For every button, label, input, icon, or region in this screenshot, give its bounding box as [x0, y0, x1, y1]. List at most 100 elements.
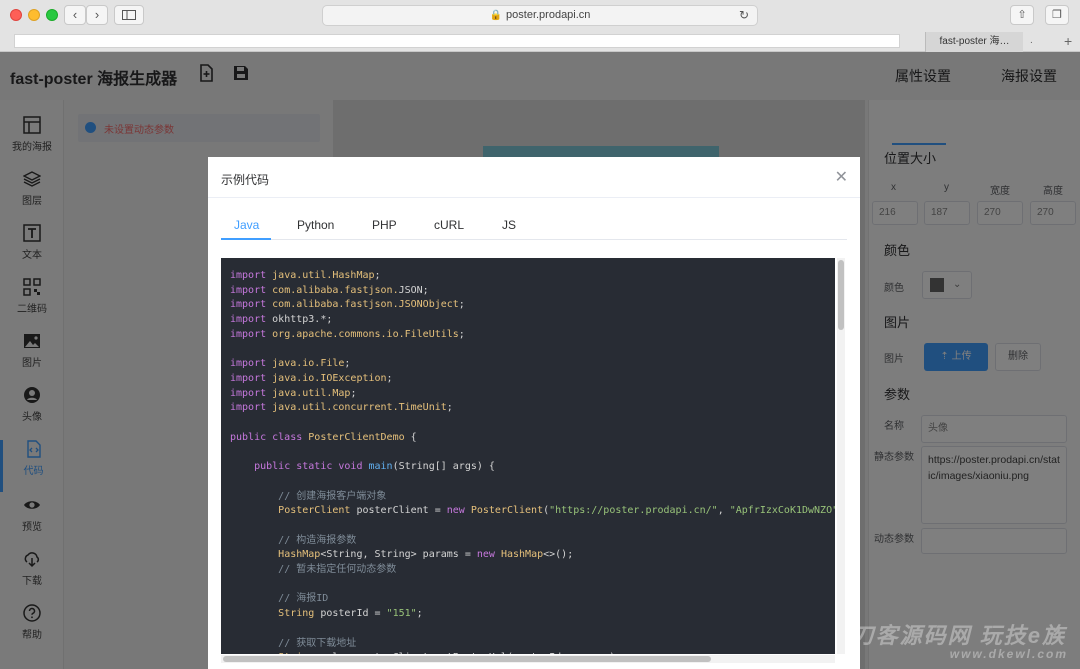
- code-token: java.io.File: [272, 358, 345, 370]
- code-token: public static void: [254, 461, 369, 473]
- code-line: public class PosterClientDemo {: [230, 431, 826, 446]
- code-line: PosterClient posterClient = new PosterCl…: [230, 504, 835, 519]
- code-token: PosterClient: [470, 505, 544, 517]
- tabs-baseline: [221, 239, 847, 240]
- url-text: poster.prodapi.cn: [506, 9, 591, 21]
- code-line: import com.alibaba.fastjson.JSONObject;: [230, 298, 826, 313]
- code-line: import java.util.concurrent.TimeUnit;: [230, 401, 826, 416]
- code-token: main: [368, 461, 393, 473]
- horizontal-scrollbar[interactable]: [221, 655, 835, 663]
- tab-blank[interactable]: [14, 34, 900, 48]
- sidebar-icon: [122, 10, 136, 20]
- code-token: import: [230, 270, 273, 281]
- code-token: PosterClientDemo: [308, 431, 405, 443]
- code-line: import java.util.Map;: [230, 387, 826, 402]
- dialog-title: 示例代码: [221, 173, 270, 187]
- tab-js[interactable]: JS: [502, 218, 516, 232]
- code-line: String url = posterClient.getPosterUrl(p…: [230, 651, 826, 654]
- tab-bar: fast-poster 海… . +: [0, 32, 1080, 52]
- horizontal-scroll-thumb[interactable]: [223, 656, 711, 662]
- code-token: new: [476, 549, 501, 561]
- tab-curl[interactable]: cURL: [434, 218, 464, 232]
- reload-icon[interactable]: ↻: [739, 6, 749, 25]
- code-token: "ApfrIzxCoK1DwNZO": [729, 505, 835, 517]
- code-line: import java.io.File;: [230, 357, 826, 372]
- close-window-button[interactable]: [10, 9, 22, 21]
- code-token: {: [404, 431, 417, 443]
- code-block[interactable]: import java.util.HashMap; import com.ali…: [221, 258, 835, 654]
- code-line: import java.util.HashMap;: [230, 269, 826, 284]
- dialog-divider: [208, 197, 860, 198]
- code-line: // 海报ID: [230, 592, 826, 607]
- code-line: public static void main(String[] args) {: [230, 460, 826, 475]
- code-token: org.apache.commons.io.FileUtils: [272, 328, 459, 340]
- code-token: PosterClient: [278, 505, 351, 517]
- tabs-icon: ❐: [1052, 9, 1062, 21]
- tabs-overview-button[interactable]: ❐: [1045, 5, 1069, 25]
- code-token: ;: [416, 608, 423, 620]
- code-line: // 获取下载地址: [230, 637, 826, 652]
- browser-chrome: ‹ › 🔒 poster.prodapi.cn ↻ ⇧ ❐ fast-poster…: [0, 0, 1080, 52]
- code-token: import: [230, 372, 273, 384]
- code-token: java.io.IOException: [272, 372, 387, 384]
- tab-extra[interactable]: .: [1030, 32, 1033, 50]
- code-token: String: [278, 652, 314, 654]
- browser-tab-active[interactable]: fast-poster 海…: [925, 32, 1023, 52]
- code-token: (String[] args) {: [392, 461, 495, 473]
- code-token: java.util.Map: [272, 387, 351, 399]
- watermark-url: www.dkewl.com: [949, 647, 1068, 661]
- tab-java[interactable]: Java: [234, 218, 259, 232]
- lock-icon: 🔒: [489, 10, 503, 21]
- back-button[interactable]: ‹: [64, 5, 86, 25]
- minimize-window-button[interactable]: [28, 9, 40, 21]
- code-line: import com.alibaba.fastjson.JSON;: [230, 284, 826, 299]
- tab-php[interactable]: PHP: [372, 218, 397, 232]
- code-token: com.alibaba.fastjson.: [272, 284, 399, 296]
- code-token: okhttp3.*;: [272, 314, 333, 326]
- code-line: import okhttp3.*;: [230, 313, 826, 328]
- code-token: // 创建海报客户端对象: [278, 490, 387, 502]
- share-button[interactable]: ⇧: [1010, 5, 1034, 25]
- code-token: <>();: [543, 549, 574, 561]
- maximize-window-button[interactable]: [46, 9, 58, 21]
- vertical-scrollbar[interactable]: [837, 258, 845, 654]
- code-line: // 创建海报客户端对象: [230, 490, 826, 505]
- sidebar-toggle-button[interactable]: [114, 5, 144, 25]
- vertical-scroll-thumb[interactable]: [838, 260, 844, 330]
- code-token: ;: [458, 328, 465, 340]
- tab-python[interactable]: Python: [297, 218, 334, 232]
- code-line: // 暂未指定任何动态参数: [230, 563, 826, 578]
- code-line: import java.io.IOException;: [230, 372, 826, 387]
- code-dialog: 示例代码 ✕ Java Python PHP cURL JS import ja…: [208, 157, 860, 669]
- code-line: import org.apache.commons.io.FileUtils;: [230, 328, 826, 343]
- code-token: // 获取下载地址: [278, 637, 357, 649]
- code-token: import: [230, 387, 273, 399]
- forward-button[interactable]: ›: [86, 5, 108, 25]
- chevron-right-icon: ›: [94, 7, 100, 22]
- code-token: import: [230, 328, 273, 340]
- close-icon[interactable]: ✕: [835, 167, 848, 187]
- code-token: public class: [230, 431, 309, 443]
- code-token: // 海报ID: [278, 593, 329, 605]
- address-bar[interactable]: 🔒 poster.prodapi.cn ↻: [322, 5, 758, 26]
- code-token: ;: [446, 402, 453, 414]
- code-token: <String, String> params =: [320, 549, 477, 561]
- code-token: ;: [386, 372, 393, 384]
- code-token: ;: [350, 387, 357, 399]
- new-tab-button[interactable]: +: [1064, 32, 1072, 50]
- code-token: import: [230, 299, 273, 311]
- code-content: import java.util.HashMap; import com.ali…: [221, 258, 835, 654]
